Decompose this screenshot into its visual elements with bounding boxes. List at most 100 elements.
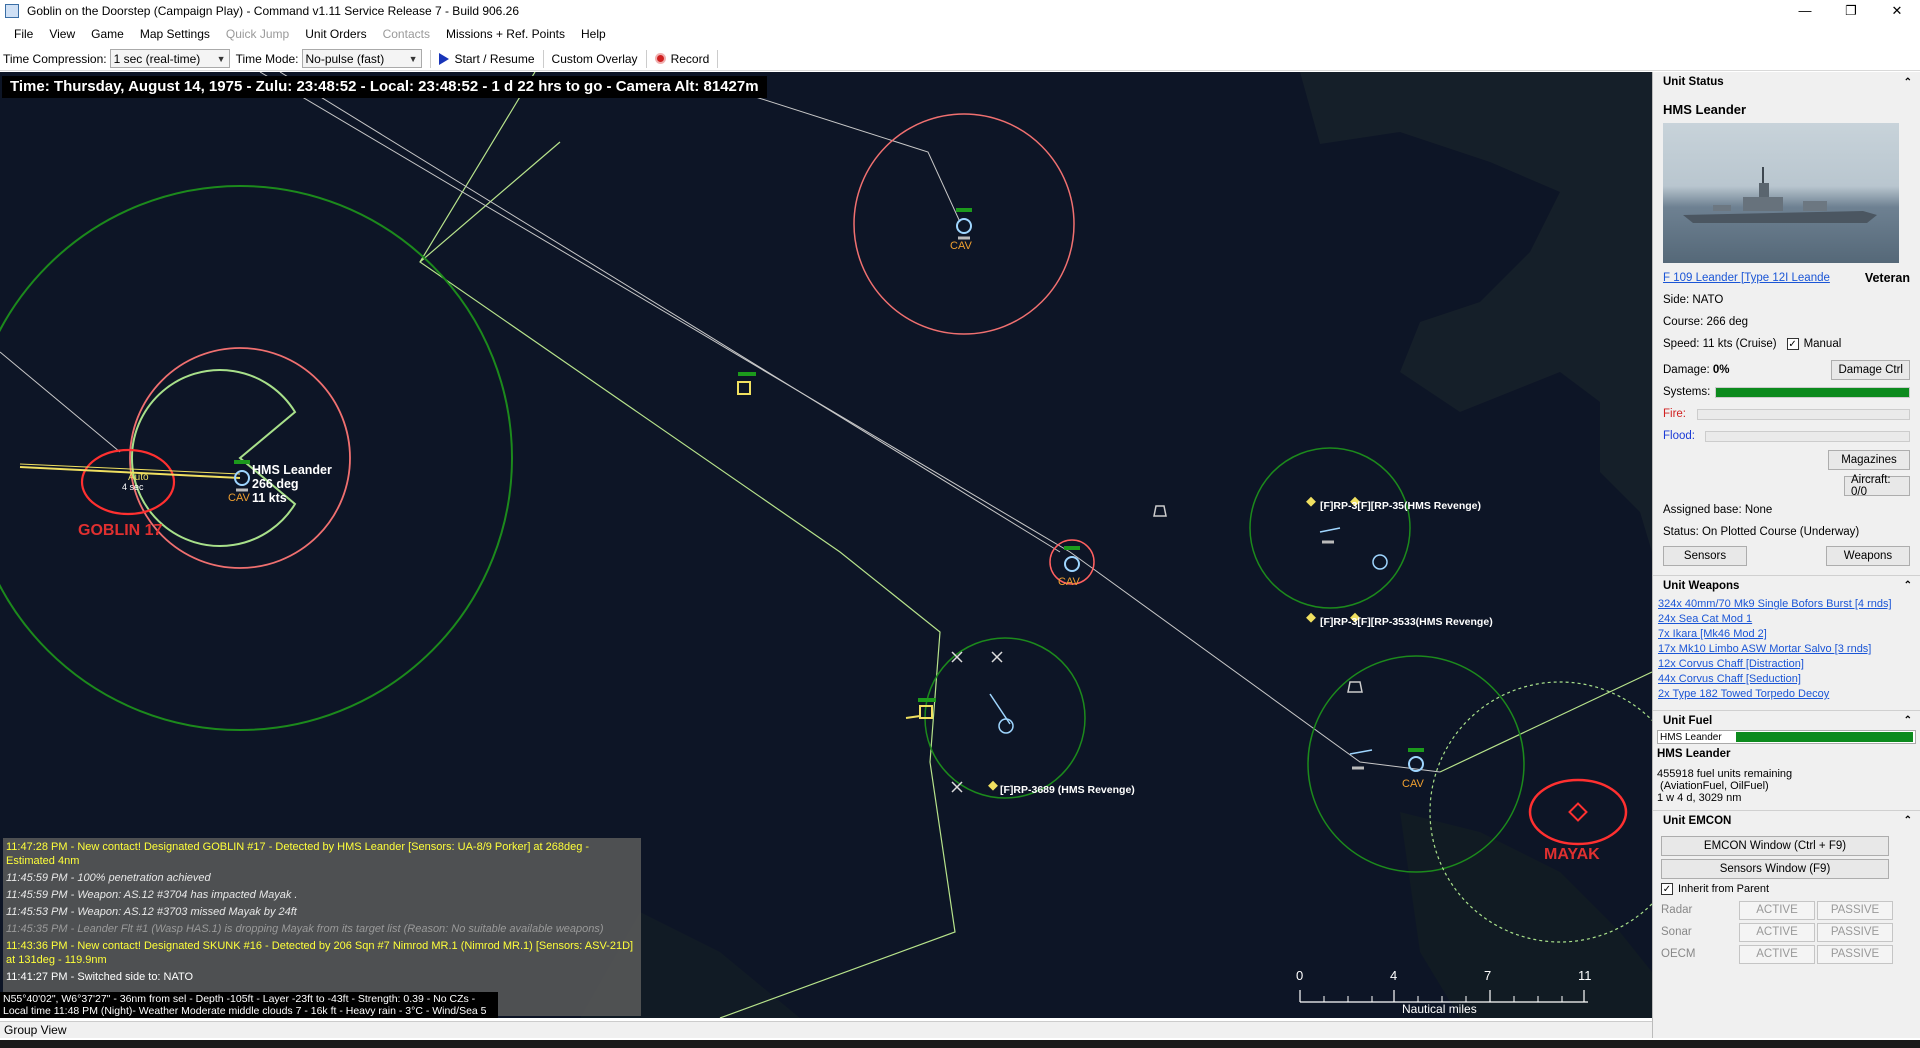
time-mode-select[interactable]: No-pulse (fast) ▼ [301, 49, 422, 68]
weapon-link[interactable]: 12x Corvus Chaff [Distraction] [1658, 657, 1918, 672]
maximize-button[interactable]: ❐ [1828, 0, 1874, 21]
toolbar-separator [645, 49, 647, 68]
sensors-button[interactable]: Sensors [1663, 546, 1747, 566]
menu-view[interactable]: View [41, 27, 83, 41]
range-ring [853, 113, 1075, 335]
collapse-icon[interactable]: ⌃ [1904, 580, 1912, 591]
collapse-icon[interactable]: ⌃ [1904, 815, 1912, 826]
weapons-button[interactable]: Weapons [1826, 546, 1910, 566]
fuel-bar-label: HMS Leander [1660, 731, 1722, 743]
group-view-bar[interactable]: Group View [0, 1021, 1652, 1038]
weapon-link[interactable]: 17x Mk10 Limbo ASW Mortar Salvo [3 rnds] [1658, 642, 1918, 657]
unit-fuel-header[interactable]: Unit Fuel ⌃ [1653, 710, 1920, 730]
scale-tick: 0 [1296, 968, 1304, 983]
cav-label-a: CAV [950, 240, 972, 252]
ref-point-label-top[interactable]: [F]RP-3[F][RP-35(HMS Revenge) [1320, 500, 1481, 512]
speed-row: Speed: 11 kts (Cruise) ✓ Manual [1663, 333, 1910, 355]
unit-cav-symbol-c [1408, 748, 1424, 772]
oecm-active-button[interactable]: ACTIVE [1739, 944, 1815, 964]
aircraft-button[interactable]: Aircraft: 0/0 [1844, 474, 1910, 498]
scale-bar: 0 4 7 11 Nautical miles [1296, 968, 1596, 1016]
systems-row: Systems: [1663, 381, 1910, 403]
damage-ctrl-button[interactable]: Damage Ctrl [1831, 360, 1910, 380]
emcon-sonar-label: Sonar [1661, 926, 1692, 938]
close-button[interactable]: ✕ [1874, 0, 1920, 21]
window-title: Goblin on the Doorstep (Campaign Play) -… [27, 3, 520, 18]
sensors-window-button[interactable]: Sensors Window (F9) [1661, 859, 1889, 879]
unit-weapons-header[interactable]: Unit Weapons ⌃ [1653, 575, 1920, 595]
scale-tick: 11 [1578, 968, 1592, 983]
menu-unit-orders[interactable]: Unit Orders [297, 27, 374, 41]
unit-status-header[interactable]: Unit Status ⌃ [1653, 72, 1920, 92]
hms-course-label: 266 deg [252, 477, 299, 491]
proficiency-label: Veteran [1864, 271, 1910, 285]
menu-contacts[interactable]: Contacts [375, 27, 438, 41]
emcon-window-button[interactable]: EMCON Window (Ctrl + F9) [1661, 836, 1889, 856]
hms-name-label: HMS Leander [252, 463, 332, 477]
weapon-link[interactable]: 24x Sea Cat Mod 1 [1658, 612, 1918, 627]
aircraft-symbol [1349, 749, 1373, 770]
magazines-button[interactable]: Magazines [1828, 450, 1910, 470]
custom-overlay-button[interactable]: Custom Overlay [546, 49, 644, 69]
weapon-link[interactable]: 2x Type 182 Towed Torpedo Decoy [1658, 687, 1918, 702]
menu-quick-jump[interactable]: Quick Jump [218, 27, 297, 41]
fuel-types: (AviationFuel, OilFuel) [1657, 780, 1769, 792]
menu-missions[interactable]: Missions + Ref. Points [438, 27, 573, 41]
message-log[interactable]: 11:47:28 PM - New contact! Designated GO… [3, 838, 641, 1016]
flood-bar [1705, 430, 1910, 442]
cav-label-leander: CAV [228, 492, 250, 504]
assigned-base-row: Assigned base: None [1663, 504, 1773, 516]
radar-active-button[interactable]: ACTIVE [1739, 900, 1815, 920]
ref-point-label-mid[interactable]: [F]RP-3[F][RP-3533(HMS Revenge) [1320, 616, 1493, 628]
goblin-label[interactable]: GOBLIN 17 [78, 522, 162, 540]
cav-label-b: CAV [1058, 576, 1080, 588]
unit-emcon-body: EMCON Window (Ctrl + F9) Sensors Window … [1653, 830, 1920, 967]
tactical-map[interactable]: Time: Thursday, August 14, 1975 - Zulu: … [0, 72, 1652, 1018]
status-line-2: Local time 11:48 PM (Night)- Weather Mod… [3, 1005, 487, 1017]
chevron-down-icon: ▼ [408, 53, 418, 64]
radar-passive-button[interactable]: PASSIVE [1817, 900, 1893, 920]
weapon-link[interactable]: 44x Corvus Chaff [Seduction] [1658, 672, 1918, 687]
record-icon [654, 53, 666, 64]
unit-class-link[interactable]: F 109 Leander [Type 12I Leande [1663, 272, 1830, 284]
sonar-passive-button[interactable]: PASSIVE [1817, 922, 1893, 942]
course-row: Course: 266 deg [1663, 316, 1749, 328]
flood-row: Flood: [1663, 425, 1910, 447]
weapon-link[interactable]: 7x Ikara [Mk46 Mod 2] [1658, 627, 1918, 642]
sec-label: 4 sec [122, 482, 144, 492]
chevron-down-icon: ▼ [216, 53, 226, 64]
menu-map-settings[interactable]: Map Settings [132, 27, 218, 41]
menu-help[interactable]: Help [573, 27, 614, 41]
datum-markers [951, 651, 1003, 793]
start-resume-button[interactable]: Start / Resume [433, 49, 541, 69]
play-icon [438, 52, 449, 65]
hms-leander-map-label[interactable]: HMS Leander 266 deg 11 kts [252, 463, 332, 505]
mayak-label[interactable]: MAYAK [1544, 846, 1600, 864]
menu-file[interactable]: File [6, 27, 41, 41]
menu-game[interactable]: Game [83, 27, 132, 41]
ship-silhouette-icon [1683, 167, 1877, 223]
unit-hms-leander-symbol [234, 460, 250, 492]
hms-speed-label: 11 kts [252, 491, 287, 505]
aircraft-row: Aircraft: 0/0 [1663, 473, 1910, 499]
time-compression-select[interactable]: 1 sec (real-time) ▼ [109, 49, 230, 68]
unit-weapons-title: Unit Weapons [1663, 579, 1740, 592]
record-button[interactable]: Record [649, 49, 716, 69]
manual-checkbox[interactable]: ✓ [1786, 338, 1799, 350]
inherit-checkbox[interactable]: ✓ [1661, 883, 1673, 895]
minimize-button[interactable]: — [1782, 0, 1828, 21]
collapse-icon[interactable]: ⌃ [1904, 715, 1912, 726]
unit-emcon-header[interactable]: Unit EMCON ⌃ [1653, 810, 1920, 830]
unit-cav-symbol-a [956, 208, 972, 240]
time-header: Time: Thursday, August 14, 1975 - Zulu: … [2, 76, 767, 98]
sonar-active-button[interactable]: ACTIVE [1739, 922, 1815, 942]
unit-fuel-title: Unit Fuel [1663, 714, 1713, 727]
unit-fuel-body: HMS Leander HMS Leander 455918 fuel unit… [1653, 730, 1920, 804]
message-entry: 11:45:35 PM - Leander Flt #1 (Wasp HAS.1… [6, 923, 604, 935]
patrol-zone-boundary-b [419, 141, 561, 263]
ref-point-label-bottom[interactable]: [F]RP-3689 (HMS Revenge) [1000, 784, 1135, 796]
collapse-icon[interactable]: ⌃ [1904, 77, 1912, 88]
inherit-row: ✓ Inherit from Parent [1661, 879, 1912, 899]
oecm-passive-button[interactable]: PASSIVE [1817, 944, 1893, 964]
weapon-link[interactable]: 324x 40mm/70 Mk9 Single Bofors Burst [4 … [1658, 597, 1918, 612]
